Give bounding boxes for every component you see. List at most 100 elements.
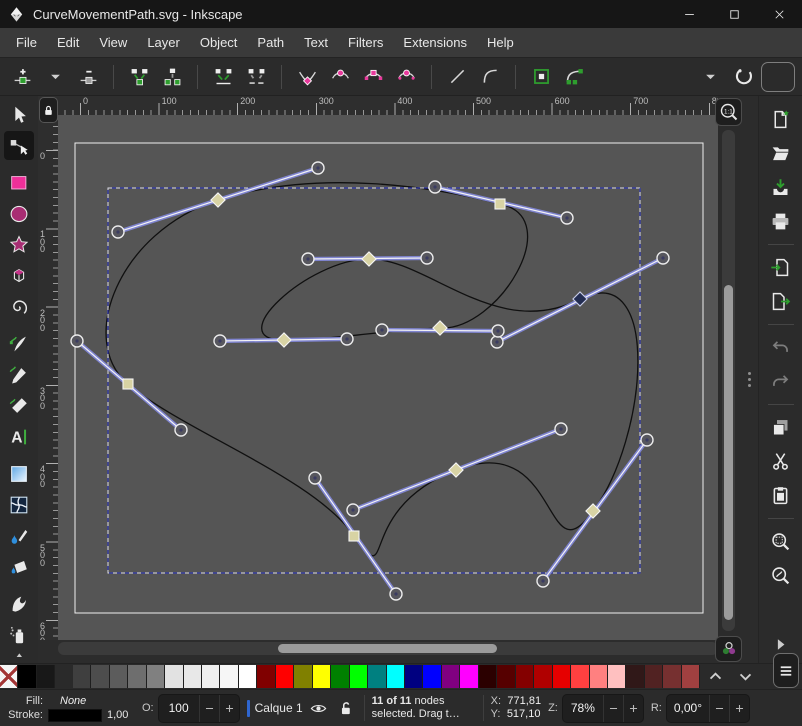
- color-swatch[interactable]: [147, 665, 165, 688]
- tool-spiral-tool[interactable]: [4, 292, 34, 321]
- color-swatch[interactable]: [626, 665, 644, 688]
- layer-visibility-toggle[interactable]: [308, 697, 330, 719]
- cut-button[interactable]: [766, 447, 796, 476]
- vertical-scrollbar-thumb[interactable]: [724, 285, 733, 620]
- color-swatch[interactable]: [276, 665, 294, 688]
- color-swatch[interactable]: [368, 665, 386, 688]
- export-doc-button[interactable]: [766, 287, 796, 316]
- menu-extensions[interactable]: Extensions: [393, 31, 477, 54]
- palette-scroll-up-button[interactable]: [700, 665, 730, 688]
- color-swatch[interactable]: [534, 665, 552, 688]
- zoom-decrease-button[interactable]: [603, 695, 623, 722]
- panel-resize-handle[interactable]: [740, 96, 758, 663]
- color-swatch[interactable]: [73, 665, 91, 688]
- tool-mesh-tool[interactable]: [4, 490, 34, 519]
- menu-path[interactable]: Path: [247, 31, 294, 54]
- close-button[interactable]: [757, 0, 802, 28]
- color-swatch[interactable]: [479, 665, 497, 688]
- zoom-spinbox[interactable]: 78%: [562, 694, 644, 723]
- tool-tweak-tool[interactable]: [4, 589, 34, 618]
- duplicate-button[interactable]: [766, 413, 796, 442]
- tool-bucket-tool[interactable]: [4, 552, 34, 581]
- color-swatch[interactable]: [442, 665, 460, 688]
- rotation-increase-button[interactable]: [729, 695, 749, 722]
- horizontal-scrollbar-track[interactable]: [58, 642, 718, 655]
- redo-button[interactable]: [766, 367, 796, 396]
- tool-spray-tool[interactable]: [4, 620, 34, 649]
- zoom-1-1-button[interactable]: 1:1: [715, 98, 742, 126]
- color-swatch[interactable]: [202, 665, 220, 688]
- minimize-button[interactable]: [667, 0, 712, 28]
- color-swatch[interactable]: [645, 665, 663, 688]
- toolbox-scroll-up[interactable]: [11, 651, 27, 661]
- path-node-diamond[interactable]: [449, 463, 463, 477]
- bezier-path[interactable]: [106, 183, 638, 556]
- path-node-diamond[interactable]: [433, 321, 447, 335]
- color-swatch[interactable]: [184, 665, 202, 688]
- color-swatch[interactable]: [387, 665, 405, 688]
- zoom-increase-button[interactable]: [623, 695, 643, 722]
- tool-rect-tool[interactable]: [4, 168, 34, 197]
- rotation-decrease-button[interactable]: [709, 695, 729, 722]
- import-doc-button[interactable]: [766, 253, 796, 282]
- opacity-value[interactable]: 100: [159, 701, 199, 715]
- color-swatch[interactable]: [405, 665, 423, 688]
- color-swatch[interactable]: [423, 665, 441, 688]
- color-swatch[interactable]: [590, 665, 608, 688]
- stroke-to-path-button[interactable]: [559, 62, 589, 92]
- tool-pencil-tool[interactable]: [4, 360, 34, 389]
- join-segment-button[interactable]: [208, 62, 238, 92]
- color-swatch[interactable]: [37, 665, 55, 688]
- dropdown-arrow-button[interactable]: [695, 62, 725, 92]
- color-swatch[interactable]: [257, 665, 275, 688]
- color-swatch[interactable]: [313, 665, 331, 688]
- color-swatch[interactable]: [571, 665, 589, 688]
- rotation-spinbox[interactable]: 0,00°: [666, 694, 750, 723]
- tool-selector[interactable]: [4, 100, 34, 129]
- palette-menu-button[interactable]: [773, 653, 799, 688]
- color-swatch-none[interactable]: [0, 665, 18, 688]
- color-swatch[interactable]: [239, 665, 257, 688]
- zoom-selection-button[interactable]: [766, 527, 796, 556]
- dropdown-arrow-button[interactable]: [40, 62, 70, 92]
- color-swatch[interactable]: [460, 665, 478, 688]
- segment-curve-button[interactable]: [475, 62, 505, 92]
- node-corner-button[interactable]: [292, 62, 322, 92]
- color-swatch[interactable]: [91, 665, 109, 688]
- tool-ellipse-tool[interactable]: [4, 199, 34, 228]
- color-swatch[interactable]: [110, 665, 128, 688]
- tool-calligraphy-tool[interactable]: [4, 391, 34, 420]
- path-node-square[interactable]: [123, 379, 133, 389]
- color-swatch[interactable]: [608, 665, 626, 688]
- join-nodes-button[interactable]: [124, 62, 154, 92]
- save-doc-button[interactable]: [766, 173, 796, 202]
- color-swatch[interactable]: [497, 665, 515, 688]
- canvas[interactable]: [58, 115, 718, 640]
- menu-object[interactable]: Object: [190, 31, 248, 54]
- color-swatch[interactable]: [682, 665, 700, 688]
- opacity-increase-button[interactable]: [219, 695, 239, 722]
- menu-view[interactable]: View: [89, 31, 137, 54]
- tool-pen-tool[interactable]: [4, 329, 34, 358]
- vertical-scrollbar-track[interactable]: [722, 130, 735, 631]
- drawing-svg[interactable]: [58, 115, 718, 640]
- menu-edit[interactable]: Edit: [47, 31, 89, 54]
- color-swatch[interactable]: [516, 665, 534, 688]
- stroke-color-swatch[interactable]: [48, 709, 102, 722]
- menu-filters[interactable]: Filters: [338, 31, 393, 54]
- undo-button[interactable]: [766, 333, 796, 362]
- menu-layer[interactable]: Layer: [137, 31, 190, 54]
- print-doc-button[interactable]: [766, 207, 796, 236]
- maximize-button[interactable]: [712, 0, 757, 28]
- zoom-value[interactable]: 78%: [563, 701, 603, 715]
- palette-scroll-down-button[interactable]: [730, 665, 760, 688]
- object-to-path-button[interactable]: [526, 62, 556, 92]
- color-swatch[interactable]: [220, 665, 238, 688]
- tool-box3d-tool[interactable]: [4, 261, 34, 290]
- color-swatch[interactable]: [350, 665, 368, 688]
- node-auto-button[interactable]: [391, 62, 421, 92]
- delete-segment-button[interactable]: [241, 62, 271, 92]
- color-swatch[interactable]: [553, 665, 571, 688]
- path-node-diamond[interactable]: [211, 193, 225, 207]
- opacity-decrease-button[interactable]: [199, 695, 219, 722]
